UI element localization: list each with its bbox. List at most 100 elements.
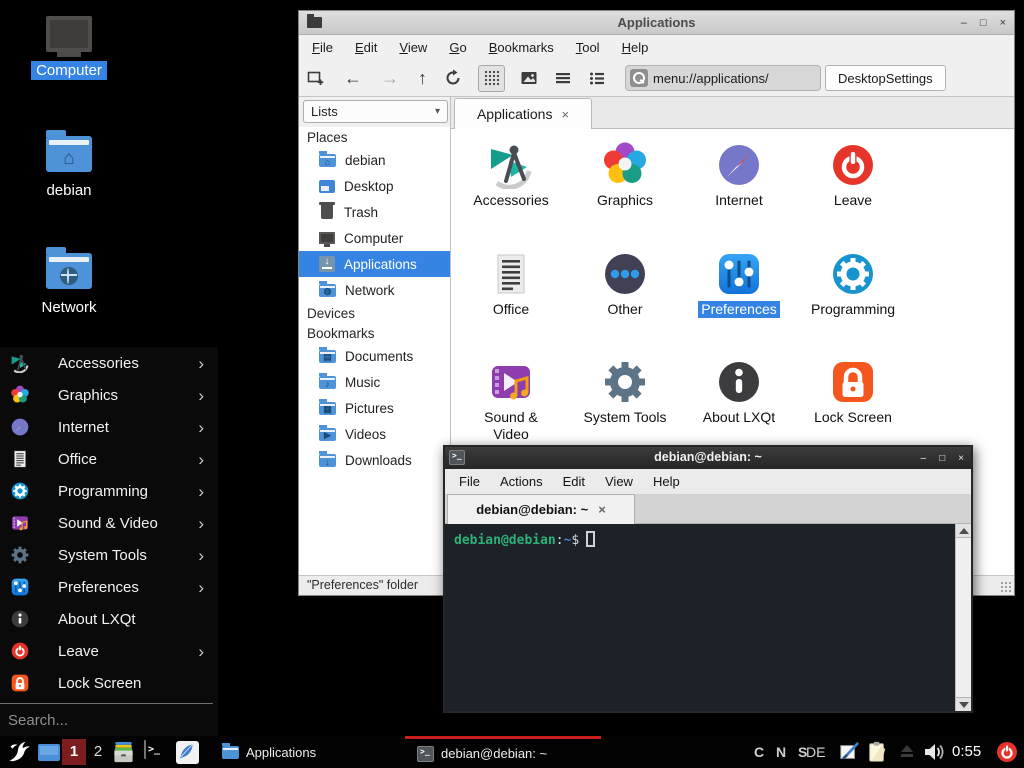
sidebar-item-trash[interactable]: Trash <box>299 199 450 225</box>
tab-close-icon[interactable]: × <box>561 107 569 122</box>
keyboard-layout[interactable]: DE <box>806 739 825 765</box>
fm-sidebar: Lists ▾ Places ⌂ debian Desktop Trash Co… <box>299 97 451 575</box>
menu-go[interactable]: Go <box>449 40 466 55</box>
show-desktop-button[interactable] <box>38 744 60 761</box>
sidebar-item-desktop[interactable]: Desktop <box>299 173 450 199</box>
scroll-down-button[interactable] <box>956 697 971 711</box>
workspace-2-button[interactable]: 2 <box>90 739 106 765</box>
new-tab-icon[interactable] <box>307 69 325 87</box>
terminal-tab[interactable]: debian@debian: ~ × <box>447 494 635 524</box>
internet-icon <box>10 417 30 437</box>
maximize-button[interactable]: □ <box>939 453 945 464</box>
sidebar-item-applications[interactable]: Applications <box>299 251 450 277</box>
sidebar-item-pictures[interactable]: ▦ Pictures <box>299 395 450 421</box>
menu-item-system-tools[interactable]: System Tools › <box>0 539 218 571</box>
minimize-button[interactable]: – <box>961 17 967 29</box>
keyboard-indicator[interactable]: C N S <box>754 739 811 765</box>
up-icon[interactable]: ↑ <box>418 69 427 87</box>
menu-item-programming[interactable]: Programming › <box>0 475 218 507</box>
menu-view[interactable]: View <box>399 40 427 55</box>
menu-item-graphics[interactable]: Graphics › <box>0 379 218 411</box>
menu-item-about-lxqt[interactable]: About LXQt <box>0 603 218 635</box>
volume-icon[interactable] <box>922 740 946 764</box>
sidebar-mode-dropdown[interactable]: Lists ▾ <box>303 100 448 123</box>
terminal-titlebar[interactable]: debian@debian: ~ – □ × <box>445 447 971 469</box>
menu-item-sound-video[interactable]: Sound & Video › <box>0 507 218 539</box>
task-button-terminal[interactable]: debian@debian: ~ <box>405 736 601 768</box>
app-item-graphics[interactable]: Graphics <box>568 141 682 210</box>
app-item-leave[interactable]: Leave <box>796 141 910 210</box>
tab-close-icon[interactable]: × <box>598 502 606 517</box>
app-item-office[interactable]: Office <box>454 250 568 319</box>
file-manager-launcher-icon[interactable] <box>112 741 135 764</box>
menu-item-leave[interactable]: Leave › <box>0 635 218 667</box>
menu-view[interactable]: View <box>605 474 633 489</box>
desktop-icon-network[interactable]: Network <box>19 247 119 317</box>
sidebar-item-music[interactable]: ♪ Music <box>299 369 450 395</box>
power-button[interactable] <box>995 740 1019 764</box>
app-item-system-tools[interactable]: System Tools <box>568 358 682 427</box>
address-bar[interactable]: menu://applications/ <box>625 65 821 91</box>
clock[interactable]: 0:55 <box>952 739 981 765</box>
fm-titlebar[interactable]: Applications – □ × <box>299 11 1014 35</box>
maximize-button[interactable]: □ <box>980 17 987 29</box>
sidebar-item-downloads[interactable]: ↓ Downloads <box>299 447 450 473</box>
menu-item-internet[interactable]: Internet › <box>0 411 218 443</box>
close-button[interactable]: × <box>1000 17 1006 29</box>
workspace-1-button[interactable]: 1 <box>62 739 86 765</box>
app-item-accessories[interactable]: Accessories <box>454 141 568 210</box>
task-button-applications[interactable]: Applications <box>222 736 316 768</box>
featherpad-launcher-icon[interactable] <box>176 741 199 764</box>
sidebar-header-places: Places <box>299 127 450 147</box>
sidebar-header-bookmarks: Bookmarks <box>299 323 450 343</box>
app-item-programming[interactable]: Programming <box>796 250 910 319</box>
desktop-icon-computer[interactable]: Computer <box>19 16 119 80</box>
minimize-button[interactable]: – <box>921 453 927 464</box>
menu-item-preferences[interactable]: Preferences › <box>0 571 218 603</box>
menu-search-input[interactable] <box>0 704 213 736</box>
menu-help[interactable]: Help <box>622 40 649 55</box>
app-item-sound-video[interactable]: Sound & Video <box>454 358 568 444</box>
resize-grip[interactable] <box>1000 581 1012 593</box>
menu-file[interactable]: File <box>459 474 480 489</box>
menu-help[interactable]: Help <box>653 474 680 489</box>
menu-tool[interactable]: Tool <box>576 40 600 55</box>
path-button-desktopsettings[interactable]: DesktopSettings <box>825 65 946 91</box>
tab-applications[interactable]: Applications × <box>454 98 592 129</box>
start-menu-button[interactable] <box>5 739 31 765</box>
icon-view-button[interactable] <box>478 65 505 92</box>
sidebar-item-computer[interactable]: Computer <box>299 225 450 251</box>
menu-bookmarks[interactable]: Bookmarks <box>489 40 554 55</box>
close-button[interactable]: × <box>958 453 964 464</box>
detailed-view-icon[interactable] <box>588 69 606 87</box>
forward-icon[interactable]: → <box>381 69 399 87</box>
sidebar-item-videos[interactable]: ▶ Videos <box>299 421 450 447</box>
app-item-other[interactable]: Other <box>568 250 682 319</box>
clipboard-tray-icon[interactable] <box>866 741 888 763</box>
terminal-output[interactable]: debian@debian:~$ <box>445 524 971 711</box>
sidebar-item-debian[interactable]: ⌂ debian <box>299 147 450 173</box>
refresh-icon[interactable] <box>444 69 462 87</box>
menu-file[interactable]: File <box>312 40 333 55</box>
menu-actions[interactable]: Actions <box>500 474 543 489</box>
scroll-up-button[interactable] <box>956 524 971 538</box>
terminal-scrollbar[interactable] <box>955 524 971 711</box>
menu-item-accessories[interactable]: Accessories › <box>0 347 218 379</box>
sidebar-item-documents[interactable]: ▤ Documents <box>299 343 450 369</box>
back-icon[interactable]: ← <box>344 69 362 87</box>
app-item-preferences[interactable]: Preferences <box>682 250 796 319</box>
sidebar-item-network[interactable]: ◍ Network <box>299 277 450 303</box>
menu-item-lock-screen[interactable]: Lock Screen <box>0 667 218 699</box>
desktop-icon-debian[interactable]: ⌂ debian <box>19 130 119 200</box>
app-item-about-lxqt[interactable]: About LXQt <box>682 358 796 427</box>
sidebar-header-devices: Devices <box>299 303 450 323</box>
terminal-launcher-icon[interactable] <box>144 740 146 759</box>
screenshot-tray-icon[interactable] <box>838 741 860 763</box>
menu-item-office[interactable]: Office › <box>0 443 218 475</box>
compact-view-icon[interactable] <box>554 69 572 87</box>
menu-edit[interactable]: Edit <box>355 40 377 55</box>
menu-edit[interactable]: Edit <box>563 474 585 489</box>
app-item-lock-screen[interactable]: Lock Screen <box>796 358 910 427</box>
app-item-internet[interactable]: Internet <box>682 141 796 210</box>
thumbnail-view-icon[interactable] <box>520 69 538 87</box>
